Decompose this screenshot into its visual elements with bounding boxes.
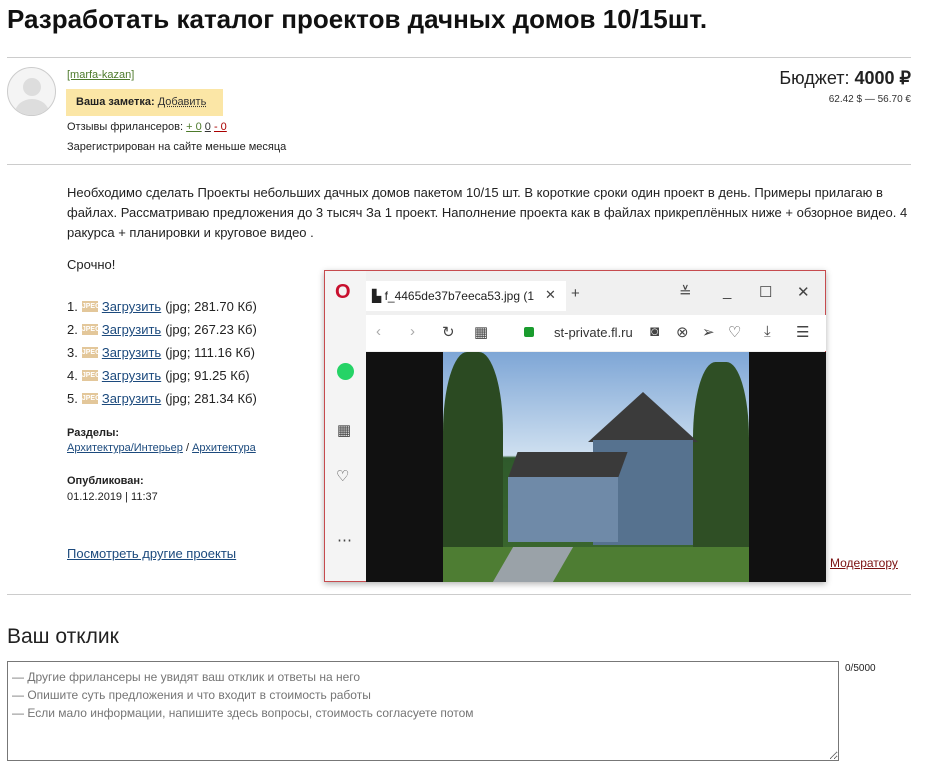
- divider: [7, 57, 911, 58]
- tabs-grid-icon[interactable]: ▦: [474, 323, 488, 341]
- trees: [443, 352, 503, 552]
- whatsapp-icon[interactable]: [337, 363, 354, 380]
- project-description: Необходимо сделать Проекты небольших дач…: [67, 185, 908, 240]
- file-item: 2. JPEG Загрузить (jpg; 267.23 Кб): [67, 318, 257, 341]
- file-info: (jpg; 281.70 Кб): [165, 299, 257, 314]
- opera-logo-icon[interactable]: O: [335, 281, 351, 304]
- published-date: 01.12.2019 | 11:37: [67, 491, 158, 503]
- file-info: (jpg; 91.25 Кб): [165, 368, 250, 383]
- file-item: 3. JPEG Загрузить (jpg; 111.16 Кб): [67, 341, 257, 364]
- address-bar: ‹ › ↻ ▦ st-private.fl.ru ◙ ⊗ ➢ ♡ ⤓ ☰: [366, 315, 826, 351]
- jpeg-file-icon: JPEG: [81, 347, 101, 358]
- note-label: Ваша заметка:: [76, 96, 155, 108]
- file-number: 1.: [67, 299, 78, 314]
- divider: [7, 164, 911, 165]
- more-icon[interactable]: ⋯: [337, 531, 352, 549]
- urgent-text: Срочно!: [67, 257, 116, 272]
- registered-text: Зарегистрирован на сайте меньше месяца: [67, 141, 287, 153]
- reviews-neutral[interactable]: 0: [205, 121, 211, 133]
- opera-browser-window: O ▦ ♡ ⋯ ▙ f_4465de37b7eeca53.jpg (1 ✕ + …: [324, 270, 826, 582]
- section-link[interactable]: Архитектура/Интерьер: [67, 442, 183, 454]
- speed-dial-icon[interactable]: ▦: [337, 421, 351, 439]
- reload-icon[interactable]: ↻: [442, 323, 455, 341]
- file-item: 1. JPEG Загрузить (jpg; 281.70 Кб): [67, 295, 257, 318]
- maximize-icon[interactable]: ☐: [759, 283, 772, 301]
- sidebar: O ▦ ♡ ⋯: [325, 271, 366, 581]
- lawn: [443, 547, 749, 582]
- image-viewer: [366, 352, 826, 582]
- section-link[interactable]: Архитектура: [192, 442, 256, 454]
- download-link[interactable]: Загрузить: [102, 322, 161, 337]
- url-field[interactable]: st-private.fl.ru: [554, 325, 633, 340]
- settings-icon[interactable]: ☰: [796, 323, 809, 341]
- back-icon[interactable]: ‹: [376, 323, 381, 340]
- other-projects-link[interactable]: Посмотреть другие проекты: [67, 546, 236, 561]
- camera-icon[interactable]: ◙: [650, 323, 659, 340]
- budget-value: 4000 ₽: [854, 68, 912, 88]
- file-info: (jpg; 281.34 Кб): [165, 391, 257, 406]
- response-textarea[interactable]: [7, 661, 839, 761]
- file-info: (jpg; 111.16 Кб): [165, 345, 255, 360]
- file-number: 3.: [67, 345, 78, 360]
- close-window-icon[interactable]: ✕: [797, 283, 810, 301]
- file-number: 4.: [67, 368, 78, 383]
- page-title: Разработать каталог проектов дачных домо…: [7, 4, 708, 34]
- download-icon[interactable]: ⤓: [764, 323, 771, 340]
- avatar[interactable]: [7, 67, 56, 116]
- note-box: Ваша заметка: Добавить: [66, 89, 223, 116]
- reviews-positive[interactable]: + 0: [186, 121, 202, 133]
- budget: Бюджет: 4000 ₽: [779, 68, 911, 89]
- adblock-icon[interactable]: ⊗: [676, 323, 689, 341]
- roof: [588, 392, 698, 442]
- char-counter: 0/5000: [845, 663, 876, 674]
- reviews-negative[interactable]: - 0: [214, 121, 227, 133]
- jpeg-file-icon: JPEG: [81, 301, 101, 312]
- file-info: (jpg; 267.23 Кб): [165, 322, 257, 337]
- porch: [508, 477, 618, 542]
- file-item: 5. JPEG Загрузить (jpg; 281.34 Кб): [67, 387, 257, 410]
- tab-title: f_4465de37b7eeca53.jpg (1: [384, 289, 535, 303]
- response-title: Ваш отклик: [7, 625, 119, 648]
- separator: /: [185, 442, 189, 454]
- browser-tab[interactable]: ▙ f_4465de37b7eeca53.jpg (1: [366, 281, 566, 311]
- budget-conversion: 62.42 $ — 56.70 €: [828, 94, 911, 105]
- file-list: 1. JPEG Загрузить (jpg; 281.70 Кб) 2. JPEG За…: [67, 295, 257, 410]
- file-icon: ▙: [372, 289, 385, 303]
- heart-icon[interactable]: ♡: [728, 323, 741, 341]
- forward-icon[interactable]: ›: [410, 323, 415, 340]
- new-tab-icon[interactable]: +: [571, 285, 580, 302]
- file-number: 2.: [67, 322, 78, 337]
- download-link[interactable]: Загрузить: [102, 368, 161, 383]
- close-tab-icon[interactable]: ✕: [545, 287, 556, 303]
- add-note-link[interactable]: Добавить: [158, 96, 207, 108]
- download-link[interactable]: Загрузить: [102, 299, 161, 314]
- file-item: 4. JPEG Загрузить (jpg; 91.25 Кб): [67, 364, 257, 387]
- send-icon[interactable]: ➢: [702, 323, 715, 341]
- jpeg-file-icon: JPEG: [81, 324, 101, 335]
- published-label: Опубликован:: [67, 475, 144, 487]
- username-link[interactable]: [marfa-kazan]: [67, 69, 134, 81]
- sections-label: Разделы:: [67, 427, 120, 439]
- divider: [7, 594, 911, 595]
- porch-roof: [508, 452, 628, 477]
- sections-links: Архитектура/Интерьер / Архитектура: [67, 442, 256, 454]
- file-number: 5.: [67, 391, 78, 406]
- minimize-icon[interactable]: _: [723, 283, 731, 300]
- jpeg-file-icon: JPEG: [81, 370, 101, 381]
- trees: [693, 362, 749, 552]
- moderator-link[interactable]: Модератору: [830, 556, 898, 570]
- tab-menu-icon[interactable]: ≚: [679, 283, 692, 301]
- user-silhouette-icon: [15, 78, 49, 115]
- download-link[interactable]: Загрузить: [102, 345, 161, 360]
- heart-icon[interactable]: ♡: [336, 467, 349, 485]
- download-link[interactable]: Загрузить: [102, 391, 161, 406]
- reviews: Отзывы фрилансеров: + 0 0 - 0: [67, 121, 227, 133]
- reviews-label: Отзывы фрилансеров:: [67, 121, 184, 133]
- house-photo[interactable]: [443, 352, 749, 582]
- budget-label: Бюджет:: [779, 68, 850, 88]
- lock-icon: [524, 327, 534, 337]
- jpeg-file-icon: JPEG: [81, 393, 101, 404]
